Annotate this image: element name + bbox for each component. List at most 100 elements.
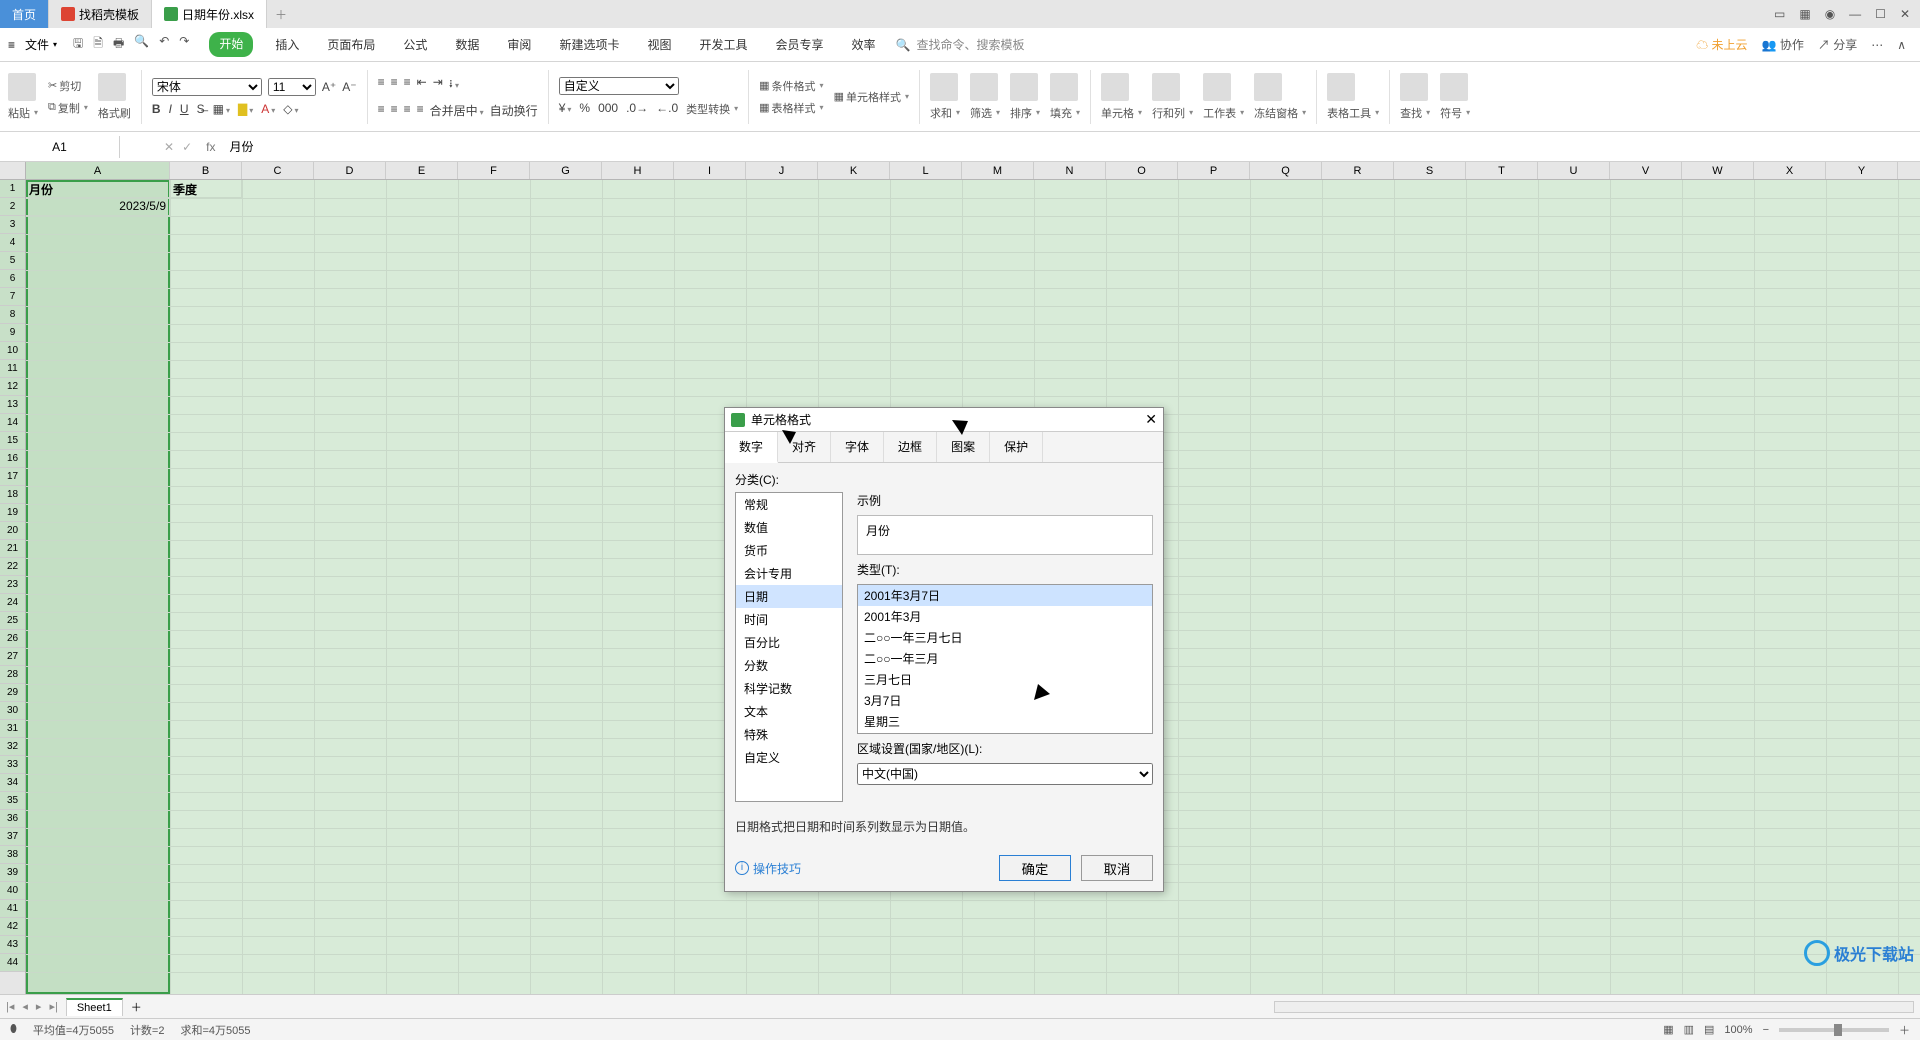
ribbon-tab-vip[interactable]: 会员专享 [769,32,829,57]
font-select[interactable]: 宋体 [152,78,262,96]
symbol-button[interactable]: 符号 [1440,105,1470,121]
col-header-Y[interactable]: Y [1826,162,1898,179]
fillcolor-button[interactable]: ▇ [238,102,253,116]
sum-icon[interactable] [930,73,958,101]
row-header-9[interactable]: 9 [0,324,25,342]
dtab-align[interactable]: 对齐 [778,432,831,462]
category-时间[interactable]: 时间 [736,608,842,631]
sheet-last-icon[interactable]: ▸| [49,1000,57,1013]
dtab-number[interactable]: 数字 [725,432,778,463]
numfmt-select[interactable]: 自定义 [559,77,679,95]
layout-icon[interactable]: ▭ [1774,7,1785,21]
zoom-out-icon[interactable]: − [1763,1024,1769,1036]
wrap-button[interactable]: 自动换行 [490,102,538,119]
type-option[interactable]: 星期三 [858,711,1152,732]
row-header-21[interactable]: 21 [0,540,25,558]
row-header-37[interactable]: 37 [0,828,25,846]
command-search[interactable]: 🔍 查找命令、搜索模板 [896,36,1025,53]
menu-hamburger-icon[interactable]: ≡ [8,38,15,52]
cell-A2[interactable]: 2023/5/9 [26,198,170,216]
row-header-26[interactable]: 26 [0,630,25,648]
cell-A1[interactable]: 月份 [26,180,170,198]
typeconv-button[interactable]: 类型转换 [686,101,738,117]
spreadsheet-grid[interactable]: ABCDEFGHIJKLMNOPQRSTUVWXY 12345678910111… [0,162,1920,994]
row-header-11[interactable]: 11 [0,360,25,378]
ribbon-tab-start[interactable]: 开始 [209,32,253,57]
comma-icon[interactable]: 000 [598,101,618,117]
sheet-button[interactable]: 工作表 [1203,105,1244,121]
col-header-H[interactable]: H [602,162,674,179]
zoom-in-icon[interactable]: ＋ [1899,1022,1910,1038]
tab-home[interactable]: 首页 [0,0,49,28]
undo-icon[interactable]: ↶ [159,34,169,55]
category-货币[interactable]: 货币 [736,539,842,562]
dtab-font[interactable]: 字体 [831,432,884,462]
cloud-status[interactable]: ☁ 未上云 [1696,36,1747,53]
record-icon[interactable]: ⬮ [10,1023,17,1036]
col-header-U[interactable]: U [1538,162,1610,179]
row-header-24[interactable]: 24 [0,594,25,612]
row-header-2[interactable]: 2 [0,198,25,216]
ribbon-tab-view[interactable]: 视图 [641,32,677,57]
row-header-32[interactable]: 32 [0,738,25,756]
ok-button[interactable]: 确定 [999,855,1071,881]
chevron-icon[interactable]: ∧ [1897,38,1906,52]
tab-template[interactable]: 找稻壳模板 [49,0,152,28]
type-option[interactable]: 2001年3月7日 [858,585,1152,606]
sheet-icon[interactable] [1203,73,1231,101]
symbol-icon[interactable] [1440,73,1468,101]
row-header-3[interactable]: 3 [0,216,25,234]
dialog-close-icon[interactable]: ✕ [1145,411,1157,428]
row-header-8[interactable]: 8 [0,306,25,324]
type-option[interactable]: 2001年3月 [858,606,1152,627]
row-header-10[interactable]: 10 [0,342,25,360]
row-header-31[interactable]: 31 [0,720,25,738]
cell-button[interactable]: 单元格 [1101,105,1142,121]
sheet-next-icon[interactable]: ▸ [36,1000,42,1013]
currency-icon[interactable]: ¥ [559,101,572,117]
inc-font-icon[interactable]: A⁺ [322,80,336,94]
ribbon-tab-formula[interactable]: 公式 [397,32,433,57]
ribbon-tab-review[interactable]: 审阅 [501,32,537,57]
fontcolor-button[interactable]: A [261,102,275,116]
col-header-L[interactable]: L [890,162,962,179]
category-数值[interactable]: 数值 [736,516,842,539]
paste-icon[interactable] [8,73,36,101]
align-mid-icon[interactable]: ≡ [391,75,398,96]
col-header-V[interactable]: V [1610,162,1682,179]
grid-icon[interactable]: ▦ [1799,7,1810,21]
select-all-corner[interactable] [0,162,26,179]
formula-input[interactable]: 月份 [225,134,1920,159]
col-header-O[interactable]: O [1106,162,1178,179]
col-header-S[interactable]: S [1394,162,1466,179]
align-bot-icon[interactable]: ≡ [404,75,411,96]
row-header-34[interactable]: 34 [0,774,25,792]
category-常规[interactable]: 常规 [736,493,842,516]
category-list[interactable]: 常规数值货币会计专用日期时间百分比分数科学记数文本特殊自定义 [735,492,843,802]
rowcol-button[interactable]: 行和列 [1152,105,1193,121]
preview-icon[interactable]: 🔍 [134,34,149,55]
more-icon[interactable]: ⋯ [1871,38,1883,52]
saveas-icon[interactable]: 🗎 [93,34,103,55]
dtab-border[interactable]: 边框 [884,432,937,462]
row-header-7[interactable]: 7 [0,288,25,306]
dec-font-icon[interactable]: A⁻ [342,80,356,94]
condfmt-button[interactable]: ▦ 条件格式 [759,78,823,94]
col-header-J[interactable]: J [746,162,818,179]
add-sheet-icon[interactable]: ＋ [131,999,142,1015]
row-header-43[interactable]: 43 [0,936,25,954]
min-icon[interactable]: — [1849,7,1861,21]
row-header-20[interactable]: 20 [0,522,25,540]
locale-select[interactable]: 中文(中国) [857,763,1153,785]
fx-icon[interactable]: fx [196,140,225,154]
align-justify-icon[interactable]: ≡ [417,102,424,119]
col-header-F[interactable]: F [458,162,530,179]
col-header-P[interactable]: P [1178,162,1250,179]
ribbon-tab-insert[interactable]: 插入 [269,32,305,57]
align-left-icon[interactable]: ≡ [378,102,385,119]
category-百分比[interactable]: 百分比 [736,631,842,654]
cancel-fx-icon[interactable]: ✕ [160,140,178,154]
col-header-K[interactable]: K [818,162,890,179]
sum-button[interactable]: 求和 [930,105,960,121]
col-header-M[interactable]: M [962,162,1034,179]
